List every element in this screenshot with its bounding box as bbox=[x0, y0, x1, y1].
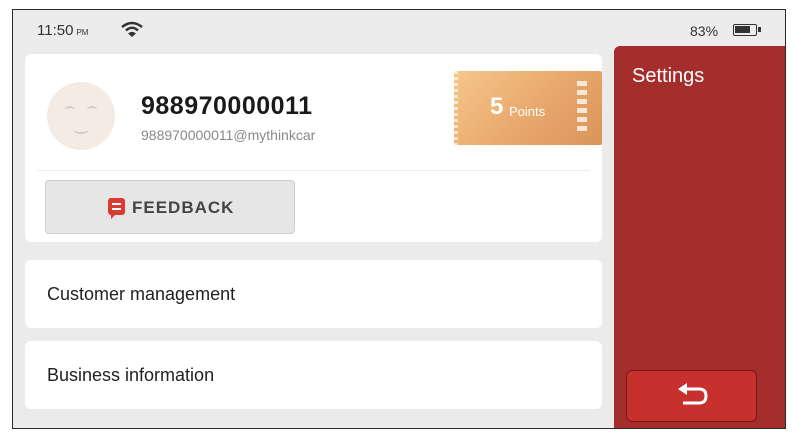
wifi-icon bbox=[121, 21, 143, 37]
points-label: Points bbox=[509, 104, 546, 119]
chat-bubble-icon bbox=[108, 198, 125, 219]
clock-ampm: PM bbox=[76, 28, 89, 37]
points-badge[interactable]: 5 Points bbox=[454, 71, 602, 145]
menu-item-customer-management[interactable]: Customer management bbox=[25, 260, 602, 328]
return-arrow-icon bbox=[678, 383, 708, 405]
profile-card: 988970000011 988970000011@mythinkcar 5 P… bbox=[25, 54, 602, 242]
settings-title[interactable]: Settings bbox=[632, 65, 704, 88]
status-bar: 11:50 PM 83% bbox=[13, 10, 785, 50]
avatar-face-icon[interactable] bbox=[47, 82, 115, 150]
menu-item-business-information[interactable]: Business information bbox=[25, 341, 602, 409]
points-number: 5 bbox=[490, 93, 504, 120]
settings-panel: Settings bbox=[614, 46, 785, 428]
back-button[interactable] bbox=[626, 370, 757, 422]
divider bbox=[37, 170, 590, 171]
battery-percentage: 83% bbox=[690, 23, 719, 39]
menu-item-label: Customer management bbox=[47, 284, 236, 304]
feedback-button[interactable]: FEEDBACK bbox=[45, 180, 295, 234]
battery-icon bbox=[733, 24, 761, 36]
clock: 11:50 PM bbox=[37, 22, 89, 39]
ticket-stub bbox=[577, 81, 587, 135]
menu-item-label: Business information bbox=[47, 365, 215, 385]
feedback-label: FEEDBACK bbox=[132, 198, 235, 217]
user-id: 988970000011 bbox=[141, 92, 313, 120]
user-email: 988970000011@mythinkcar bbox=[141, 127, 316, 143]
device-screen: 11:50 PM 83% 988970000011 988970000011@my… bbox=[12, 9, 786, 429]
